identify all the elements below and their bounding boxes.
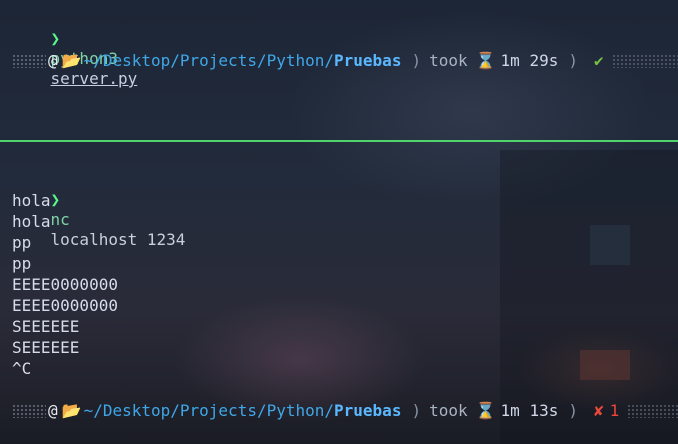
prompt-status-bar: @ 📂 ~/Desktop/Projects/Python/Pruebas ) … bbox=[12, 400, 678, 422]
command-line: ❯ nc localhost 1234 bbox=[12, 170, 186, 249]
took-label: took bbox=[429, 401, 468, 420]
status-dots-left bbox=[12, 54, 46, 68]
status-dots-left bbox=[12, 404, 46, 418]
cwd-leaf: Pruebas bbox=[334, 51, 402, 70]
output-line: ^C bbox=[12, 359, 32, 378]
output-line: SEEEEEE bbox=[12, 338, 80, 357]
folder-icon: 📂 bbox=[61, 401, 82, 420]
output-line: EEEE0000000 bbox=[12, 275, 118, 294]
output-line: pp bbox=[12, 233, 32, 252]
prompt-status-bar: @ 📂 ~/Desktop/Projects/Python/Pruebas ) … bbox=[12, 50, 678, 72]
segment-separator: ) bbox=[568, 51, 578, 70]
prompt-chevron-icon: ❯ bbox=[50, 190, 61, 209]
terminal-pane-bottom[interactable]: ❯ nc localhost 1234 hola hola pp pp EEEE… bbox=[0, 142, 678, 444]
os-logo-icon: @ bbox=[48, 51, 58, 70]
error-cross-icon: ✘ bbox=[593, 401, 604, 420]
os-logo-icon: @ bbox=[48, 401, 58, 420]
output-line: SEEEEEE bbox=[12, 317, 80, 336]
prompt-chevron-icon: ❯ bbox=[50, 29, 61, 48]
command-name: nc bbox=[50, 210, 70, 229]
output-line: hola bbox=[12, 212, 51, 231]
folder-icon: 📂 bbox=[61, 51, 82, 70]
success-check-icon: ✔ bbox=[593, 51, 604, 70]
cwd-path: ~/Desktop/Projects/Python/ bbox=[83, 51, 335, 70]
segment-separator: ) bbox=[411, 51, 422, 70]
duration: 1m 13s bbox=[500, 401, 559, 420]
hourglass-icon: ⌛ bbox=[475, 401, 496, 420]
output-line: EEEE0000000 bbox=[12, 296, 118, 315]
cwd-path: ~/Desktop/Projects/Python/ bbox=[83, 401, 335, 420]
duration: 1m 29s bbox=[500, 51, 559, 70]
took-label: took bbox=[429, 51, 468, 70]
segment-separator: ) bbox=[411, 401, 422, 420]
status-dots-right bbox=[627, 404, 678, 418]
status-dots-right bbox=[611, 54, 678, 68]
output-line: pp bbox=[12, 254, 32, 273]
command-line: ❯ python3 server.py bbox=[12, 9, 138, 88]
output-line: hola bbox=[12, 191, 51, 210]
hourglass-icon: ⌛ bbox=[475, 51, 496, 70]
terminal-pane-top[interactable]: ❯ python3 server.py @ 📂 ~/Desktop/Projec… bbox=[0, 0, 678, 140]
segment-separator: ) bbox=[568, 401, 578, 420]
command-argument: localhost 1234 bbox=[50, 230, 186, 249]
exit-code: 1 bbox=[609, 401, 620, 420]
cwd-leaf: Pruebas bbox=[334, 401, 402, 420]
